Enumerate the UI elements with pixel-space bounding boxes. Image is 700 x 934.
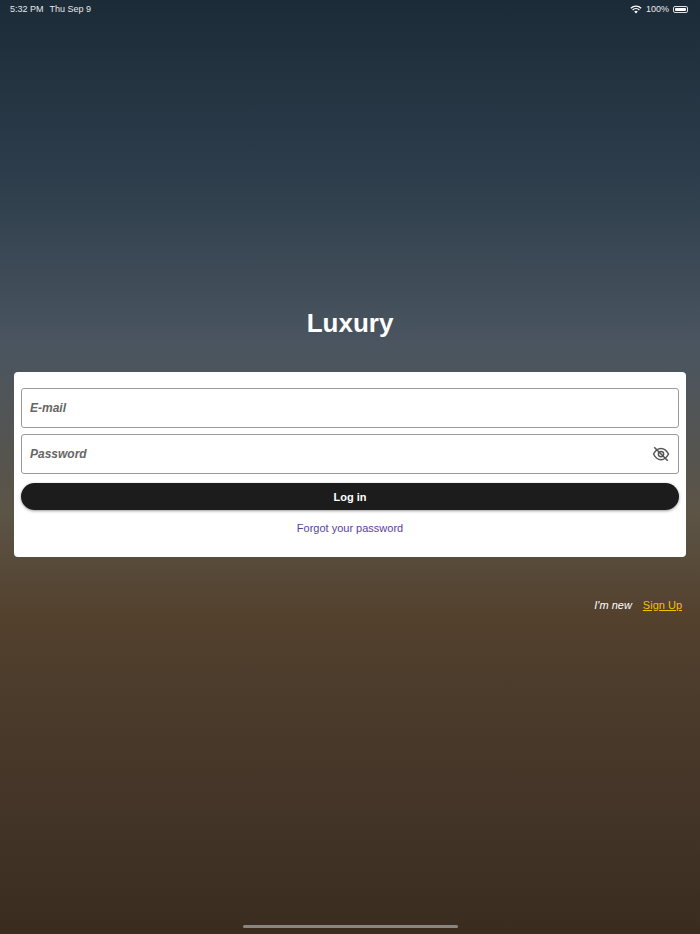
email-field[interactable]: E-mail [21,388,679,428]
forgot-password-link[interactable]: Forgot your password [21,521,679,535]
status-bar: 5:32 PM Thu Sep 9 100% [0,0,700,16]
home-indicator [243,925,458,928]
login-card: E-mail Password Log in Forgot your password [14,372,686,557]
status-time: 5:32 PM [10,4,44,14]
battery-icon [673,6,688,13]
battery-percent: 100% [646,4,669,14]
password-field[interactable]: Password [21,434,679,474]
signup-link[interactable]: Sign Up [643,599,682,611]
app-title: Luxury [0,307,700,339]
wifi-icon [630,4,642,14]
eye-slash-icon[interactable] [652,446,670,462]
login-screen: 5:32 PM Thu Sep 9 100% Luxury E-mail Password… [0,0,700,934]
login-button[interactable]: Log in [21,483,679,510]
status-date: Thu Sep 9 [50,4,92,14]
signup-prompt: I'm new [594,599,632,611]
signup-row: I'm new Sign Up [0,599,700,611]
